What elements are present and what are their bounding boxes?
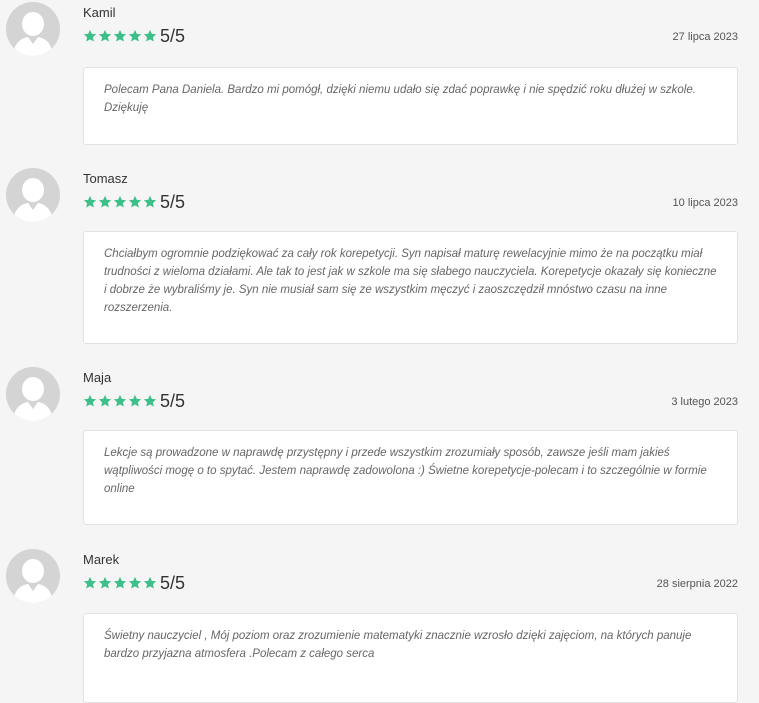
star-icon — [113, 195, 127, 208]
rating-score: 5/5 — [160, 26, 186, 46]
star-rating — [83, 195, 157, 209]
star-icon — [113, 29, 127, 42]
avatar — [6, 2, 60, 56]
review-text: Świetny nauczyciel , Mój poziom oraz zro… — [104, 630, 692, 660]
review-text-box: Świetny nauczyciel , Mój poziom oraz zro… — [83, 613, 738, 703]
rating-score: 5/5 — [160, 391, 186, 411]
review-text: Chciałbym ogromnie podziękować za cały r… — [104, 248, 717, 314]
star-icon — [143, 195, 157, 208]
person-icon — [13, 377, 53, 421]
review-date: 28 sierpnia 2022 — [656, 578, 738, 590]
star-icon — [83, 195, 97, 208]
star-icon — [143, 29, 157, 42]
star-icon — [98, 195, 112, 208]
reviewer-name: Tomasz — [83, 171, 128, 186]
star-icon — [128, 29, 142, 42]
reviewer-name: Marek — [83, 552, 120, 567]
star-icon — [83, 29, 97, 42]
star-icon — [143, 394, 157, 407]
star-rating — [83, 576, 157, 590]
rating-score: 5/5 — [160, 192, 186, 212]
avatar — [6, 168, 60, 222]
person-icon — [13, 559, 53, 603]
star-icon — [128, 195, 142, 208]
review-date: 3 lutego 2023 — [671, 396, 738, 408]
star-icon — [83, 576, 97, 589]
star-icon — [98, 29, 112, 42]
star-icon — [143, 576, 157, 589]
star-icon — [83, 394, 97, 407]
review-text-box: Lekcje są prowadzone w naprawdę przystęp… — [83, 430, 738, 525]
avatar — [6, 549, 60, 603]
star-rating — [83, 29, 157, 43]
rating-score: 5/5 — [160, 573, 186, 593]
reviewer-name: Maja — [83, 370, 112, 385]
review-date: 27 lipca 2023 — [672, 31, 738, 43]
star-icon — [128, 576, 142, 589]
reviewer-name: Kamil — [83, 5, 116, 20]
person-icon — [13, 178, 53, 222]
star-icon — [113, 394, 127, 407]
review-text: Lekcje są prowadzone w naprawdę przystęp… — [104, 447, 707, 495]
star-rating — [83, 394, 157, 408]
star-icon — [98, 394, 112, 407]
star-icon — [128, 394, 142, 407]
review-text-box: Chciałbym ogromnie podziękować za cały r… — [83, 231, 738, 344]
avatar — [6, 367, 60, 421]
star-icon — [98, 576, 112, 589]
review-date: 10 lipca 2023 — [672, 197, 738, 209]
review-text-box: Polecam Pana Daniela. Bardzo mi pomógł, … — [83, 67, 738, 145]
review-text: Polecam Pana Daniela. Bardzo mi pomógł, … — [104, 84, 696, 114]
star-icon — [113, 576, 127, 589]
person-icon — [13, 12, 53, 56]
